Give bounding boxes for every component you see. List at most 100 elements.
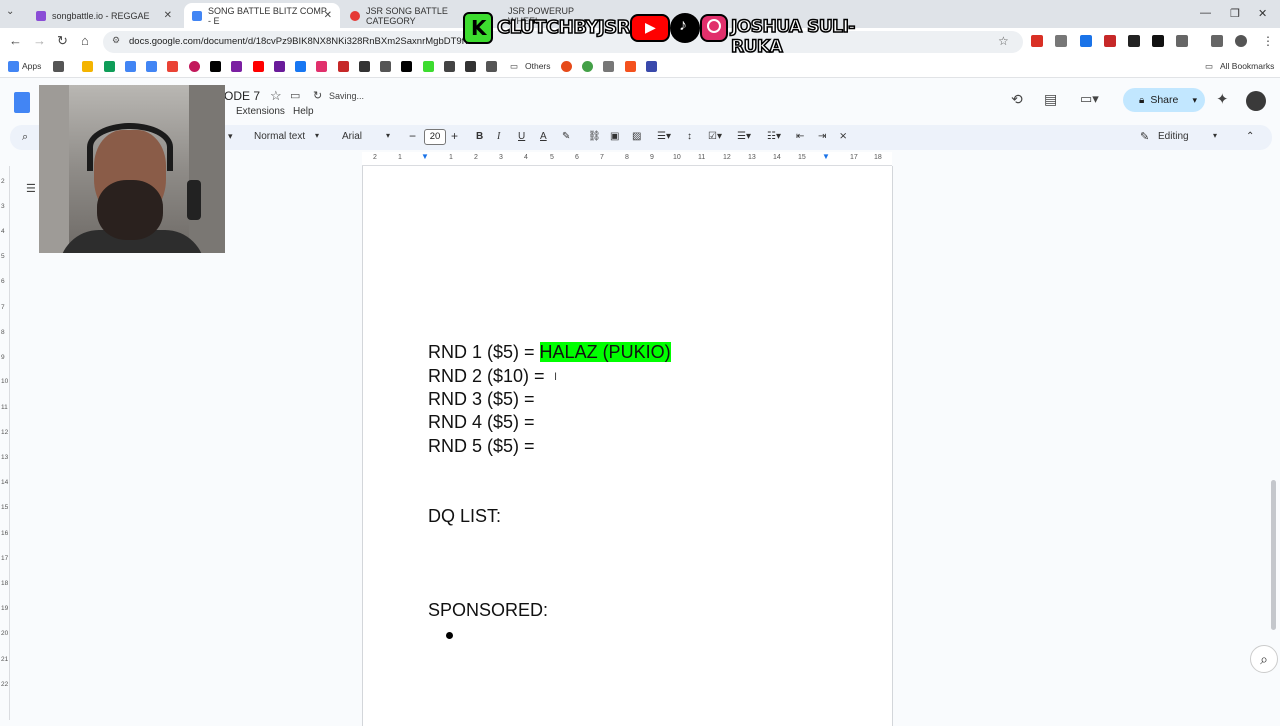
window-close-icon[interactable]: ✕ bbox=[1258, 7, 1267, 20]
share-button[interactable]: 🔒︎ Share ▾ bbox=[1123, 88, 1205, 112]
bookmark-icon[interactable] bbox=[465, 61, 476, 72]
bulleted-list-icon[interactable]: ☰▾ bbox=[737, 131, 751, 142]
menu-kebab-icon[interactable]: ⋮ bbox=[1262, 34, 1274, 48]
document-title[interactable]: ODE 7 bbox=[224, 89, 260, 103]
chevron-down-icon[interactable]: ▾ bbox=[1213, 131, 1217, 140]
round-3-line[interactable]: RND 3 ($5) = bbox=[428, 389, 535, 410]
bookmark-icon[interactable] bbox=[338, 61, 349, 72]
bookmark-icon[interactable] bbox=[486, 61, 497, 72]
bookmark-icon[interactable] bbox=[274, 61, 285, 72]
bookmark-star-icon[interactable]: ☆ bbox=[998, 34, 1009, 48]
tab-jsr-category[interactable]: JSR SONG BATTLE CATEGORY bbox=[342, 3, 472, 28]
facebook-icon[interactable] bbox=[295, 61, 306, 72]
vertical-ruler[interactable]: 2 3 4 5 6 7 8 9 10 11 12 13 14 15 16 17 … bbox=[0, 166, 10, 720]
bookmark-icon[interactable] bbox=[82, 61, 93, 72]
tiktok-icon[interactable] bbox=[210, 61, 221, 72]
increase-indent-icon[interactable]: ⇥ bbox=[818, 131, 826, 142]
clear-formatting-icon[interactable]: ⨯ bbox=[839, 131, 847, 142]
italic-icon[interactable]: I bbox=[497, 131, 500, 142]
tab-song-battle-blitz[interactable]: SONG BATTLE BLITZ COMP - E ✕ bbox=[184, 3, 340, 28]
font-select[interactable]: Arial bbox=[342, 131, 362, 142]
media-icon[interactable] bbox=[1211, 35, 1223, 47]
align-icon[interactable]: ☰▾ bbox=[657, 131, 671, 142]
youtube-icon[interactable] bbox=[253, 61, 264, 72]
bold-icon[interactable]: B bbox=[476, 131, 483, 142]
bookmark-icon[interactable] bbox=[646, 61, 657, 72]
grid-icon[interactable] bbox=[53, 61, 64, 72]
editing-mode-select[interactable]: Editing bbox=[1158, 131, 1189, 142]
bookmark-icon[interactable] bbox=[625, 61, 636, 72]
chevron-down-icon[interactable]: ▾ bbox=[228, 131, 233, 142]
decrease-indent-icon[interactable]: ⇤ bbox=[796, 131, 804, 142]
minimize-icon[interactable]: — bbox=[1200, 7, 1211, 19]
home-icon[interactable]: ⌂ bbox=[81, 33, 89, 48]
close-icon[interactable]: ✕ bbox=[324, 10, 332, 21]
font-size-input[interactable]: 20 bbox=[424, 129, 446, 145]
document-page[interactable]: RND 1 ($5) = HALAZ (PUKIO) RND 2 ($10) =… bbox=[362, 166, 893, 726]
chevron-down-icon[interactable]: ▾ bbox=[1192, 95, 1197, 106]
line-spacing-icon[interactable]: ↕ bbox=[687, 131, 692, 142]
bullet-point[interactable] bbox=[446, 632, 453, 639]
add-comment-icon[interactable]: ▣ bbox=[610, 131, 619, 142]
docs-logo-icon[interactable] bbox=[14, 92, 30, 113]
round-2-line[interactable]: RND 2 ($10) = bbox=[428, 366, 545, 387]
horizontal-ruler[interactable]: 2 1 ▼ 1 2 3 4 5 6 7 8 9 10 11 12 13 14 1… bbox=[362, 152, 892, 166]
scrollbar-thumb[interactable] bbox=[1271, 480, 1276, 630]
twitch-icon[interactable] bbox=[231, 61, 242, 72]
bookmark-icon[interactable] bbox=[603, 61, 614, 72]
document-outline-icon[interactable]: ☰ bbox=[26, 182, 36, 195]
move-folder-icon[interactable]: ▭ bbox=[290, 89, 300, 102]
pdf-extension-icon[interactable] bbox=[1104, 35, 1116, 47]
meet-icon[interactable]: ▭▾ bbox=[1080, 91, 1099, 107]
bookmark-icon[interactable] bbox=[125, 61, 136, 72]
underline-icon[interactable]: U bbox=[518, 131, 525, 142]
others-bookmark-folder[interactable]: Others bbox=[525, 61, 551, 71]
site-info-icon[interactable]: ⚙ bbox=[112, 35, 120, 46]
restore-icon[interactable]: ❐ bbox=[1230, 7, 1240, 20]
indent-marker-icon[interactable]: ▼ bbox=[421, 152, 429, 161]
kick-icon[interactable] bbox=[423, 61, 434, 72]
comments-icon[interactable]: ▤ bbox=[1044, 91, 1057, 108]
dq-list-heading[interactable]: DQ LIST: bbox=[428, 506, 501, 527]
collapse-menus-icon[interactable]: ⌃ bbox=[1246, 131, 1254, 142]
right-indent-marker-icon[interactable]: ▼ bbox=[822, 152, 830, 161]
gemini-icon[interactable]: ✦ bbox=[1216, 90, 1229, 108]
reload-icon[interactable]: ↻ bbox=[57, 33, 68, 49]
highlight-icon[interactable]: ✎ bbox=[562, 131, 570, 142]
bookmark-icon[interactable] bbox=[380, 61, 391, 72]
x-icon[interactable] bbox=[401, 61, 412, 72]
docs-icon[interactable] bbox=[146, 61, 157, 72]
menu-extensions[interactable]: Extensions bbox=[236, 106, 285, 117]
instagram-icon[interactable] bbox=[316, 61, 327, 72]
forward-icon[interactable]: → bbox=[33, 33, 46, 48]
checklist-icon[interactable]: ☑▾ bbox=[708, 131, 722, 142]
search-menus-icon[interactable]: ⌕ bbox=[22, 131, 28, 144]
extension-icon[interactable] bbox=[1128, 35, 1140, 47]
bookmark-icon[interactable] bbox=[359, 61, 370, 72]
round-4-line[interactable]: RND 4 ($5) = bbox=[428, 412, 535, 433]
bookmark-icon[interactable] bbox=[189, 61, 200, 72]
numbered-list-icon[interactable]: ☷▾ bbox=[767, 131, 781, 142]
bookmark-icon[interactable] bbox=[582, 61, 593, 72]
profile-icon[interactable] bbox=[1235, 35, 1247, 47]
bookmark-icon[interactable] bbox=[167, 61, 178, 72]
bookmark-icon[interactable] bbox=[561, 61, 572, 72]
menu-help[interactable]: Help bbox=[293, 106, 314, 117]
insert-image-icon[interactable]: ▨ bbox=[632, 131, 641, 142]
explore-button[interactable]: ⌕ bbox=[1250, 645, 1278, 673]
star-icon[interactable]: ☆ bbox=[270, 88, 282, 104]
all-bookmarks-folder[interactable]: All Bookmarks bbox=[1220, 61, 1274, 71]
sponsored-heading[interactable]: SPONSORED: bbox=[428, 600, 548, 621]
puzzle-extension-icon[interactable] bbox=[1176, 35, 1188, 47]
sheets-icon[interactable] bbox=[104, 61, 115, 72]
extension-icon[interactable] bbox=[1080, 35, 1092, 47]
bookmark-icon[interactable] bbox=[444, 61, 455, 72]
extension-icon[interactable] bbox=[1152, 35, 1164, 47]
round-5-line[interactable]: RND 5 ($5) = bbox=[428, 436, 535, 457]
chevron-down-icon[interactable]: ▾ bbox=[386, 131, 390, 140]
close-icon[interactable]: ✕ bbox=[164, 10, 172, 21]
tab-search-icon[interactable]: ⌄ bbox=[6, 6, 14, 17]
apps-bookmark[interactable]: Apps bbox=[22, 61, 41, 71]
round-1-line[interactable]: RND 1 ($5) = HALAZ (PUKIO) bbox=[428, 342, 671, 363]
link-icon[interactable]: ⛓ bbox=[588, 131, 601, 142]
